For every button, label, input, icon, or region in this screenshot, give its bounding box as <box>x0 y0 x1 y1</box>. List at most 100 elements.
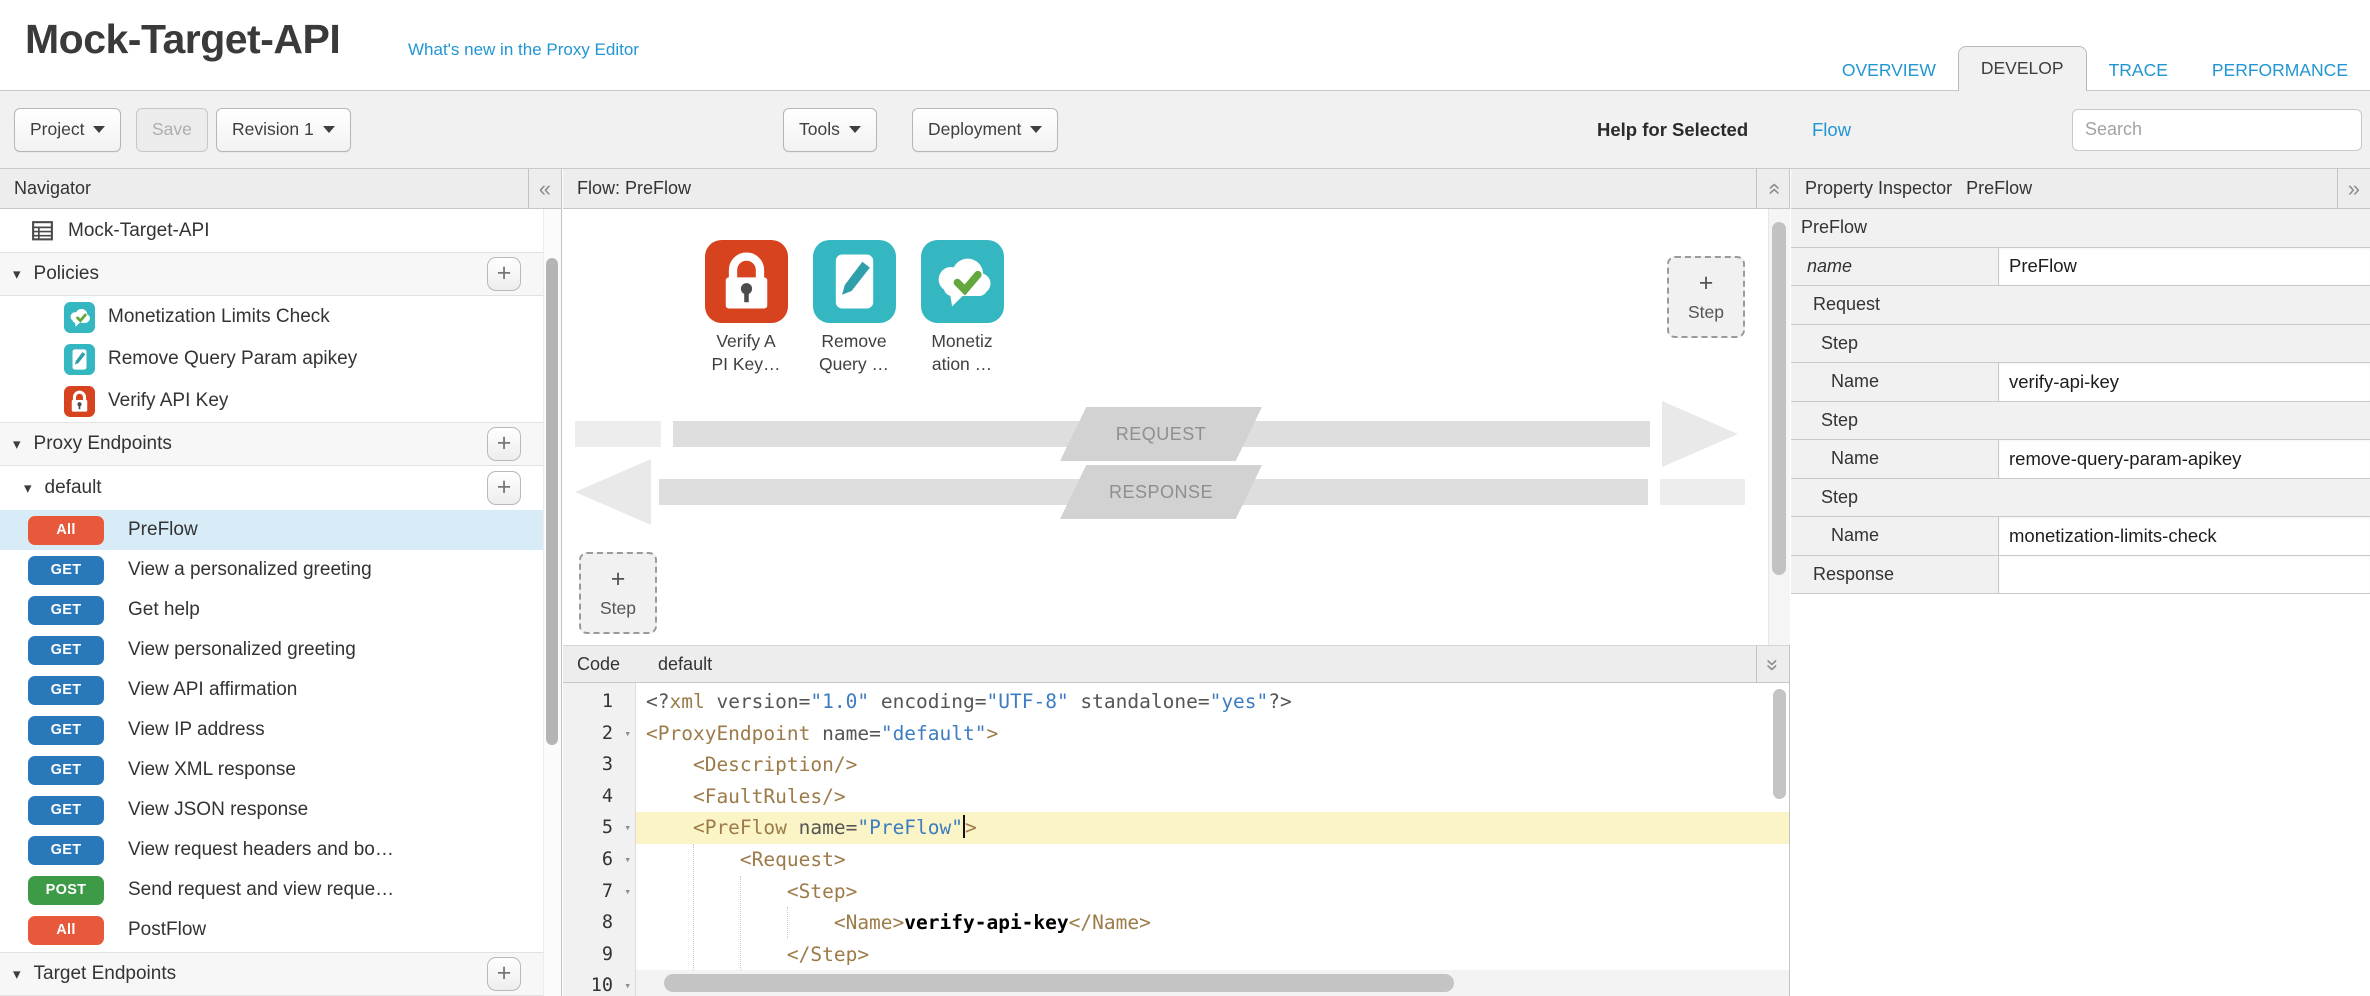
flow-label: Send request and view reque… <box>128 879 394 901</box>
nav-section-policies[interactable]: ▾ Policies + <box>0 252 544 296</box>
add-flow-button[interactable]: + <box>487 471 521 505</box>
nav-section-proxy-endpoints[interactable]: ▾ Proxy Endpoints + <box>0 422 544 466</box>
collapse-triangle-icon[interactable]: ▾ <box>13 265 21 283</box>
collapse-flow-panel-button[interactable]: » <box>1756 169 1789 209</box>
property-value-input[interactable]: PreFlow <box>1999 248 2370 286</box>
inspector-kv-row: Name verify-api-key <box>1791 363 2370 402</box>
collapse-triangle-icon[interactable]: ▾ <box>13 965 21 983</box>
flow-scrollbar-track[interactable] <box>1768 209 1790 645</box>
tab-trace[interactable]: TRACE <box>2087 49 2190 91</box>
lock-icon[interactable] <box>705 240 788 323</box>
nav-flow-item[interactable]: GET View request headers and bo… <box>0 830 544 870</box>
fold-triangle-icon[interactable]: ▾ <box>624 812 631 844</box>
revision-menu-button[interactable]: Revision 1 <box>216 108 351 152</box>
flow-label: View API affirmation <box>128 679 297 701</box>
search-input[interactable] <box>2072 109 2362 151</box>
code-line: <FaultRules/> <box>636 781 1789 813</box>
tab-performance[interactable]: PERFORMANCE <box>2190 49 2370 91</box>
cloud-check-icon[interactable] <box>921 240 1004 323</box>
nav-flow-item[interactable]: POST Send request and view reque… <box>0 870 544 910</box>
pencil-icon[interactable] <box>813 240 896 323</box>
inspector-title: Property Inspector <box>1805 178 1952 199</box>
add-step-button-response[interactable]: + Step <box>579 552 657 634</box>
plus-icon: + <box>611 567 626 592</box>
nav-item-policy[interactable]: Verify API Key <box>0 380 544 422</box>
inspector-kv-row: Name remove-query-param-apikey <box>1791 440 2370 479</box>
nav-flow-item[interactable]: GET View personalized greeting <box>0 630 544 670</box>
policy-label: Verify API Key <box>108 390 228 412</box>
nav-flow-item[interactable]: GET View JSON response <box>0 790 544 830</box>
expand-inspector-button[interactable]: » <box>2337 169 2370 209</box>
code-line-number: 3 <box>563 749 635 781</box>
nav-flow-item[interactable]: GET View a personalized greeting <box>0 550 544 590</box>
inspector-subtitle: PreFlow <box>1966 178 2032 199</box>
nav-item-policy[interactable]: Remove Query Param apikey <box>0 338 544 380</box>
proxy-doc-icon <box>30 218 55 243</box>
tab-develop[interactable]: DEVELOP <box>1958 46 2087 91</box>
code-line: <Step> <box>636 876 1789 908</box>
fold-triangle-icon[interactable]: ▾ <box>624 876 631 908</box>
deployment-menu-button[interactable]: Deployment <box>912 108 1058 152</box>
collapse-triangle-icon[interactable]: ▾ <box>24 479 32 497</box>
tab-overview[interactable]: OVERVIEW <box>1820 49 1958 91</box>
nav-flow-item[interactable]: GET View IP address <box>0 710 544 750</box>
main-tabs: OVERVIEW DEVELOP TRACE PERFORMANCE <box>1820 46 2370 91</box>
nav-flow-postflow[interactable]: All PostFlow <box>0 910 544 950</box>
code-gutter: 12▾345▾6▾7▾8910▾ <box>563 683 636 996</box>
code-hscrollbar-track[interactable] <box>636 970 1789 996</box>
flow-scrollbar-thumb[interactable] <box>1772 222 1786 575</box>
help-flow-link[interactable]: Flow <box>1812 119 1851 141</box>
response-arrowhead-icon <box>575 459 651 525</box>
code-lines: <?xml version="1.0" encoding="UTF-8" sta… <box>636 683 1789 996</box>
chevron-down-icon <box>1030 126 1042 133</box>
nav-item-proxy-root[interactable]: Mock-Target-API <box>0 209 544 252</box>
collapse-navigator-button[interactable]: « <box>528 169 561 209</box>
project-menu-label: Project <box>30 119 84 140</box>
add-proxy-endpoint-button[interactable]: + <box>487 427 521 461</box>
property-value-input[interactable]: monetization-limits-check <box>1999 517 2370 555</box>
property-value-input[interactable] <box>1999 556 2370 594</box>
nav-flow-preflow[interactable]: All PreFlow <box>0 510 544 550</box>
nav-flow-item[interactable]: GET View API affirmation <box>0 670 544 710</box>
policy-step-label: Monetiz ation … <box>904 330 1020 376</box>
add-step-button-request[interactable]: + Step <box>1667 256 1745 338</box>
navigator-scrollbar-track[interactable] <box>543 209 561 996</box>
flow-label: View request headers and bo… <box>128 839 394 861</box>
flow-panel: Flow: PreFlow » Verify A PI Key… Remove … <box>563 169 1790 996</box>
fold-triangle-icon[interactable]: ▾ <box>624 718 631 750</box>
nav-flow-item[interactable]: GET View XML response <box>0 750 544 790</box>
whats-new-link[interactable]: What's new in the Proxy Editor <box>408 40 639 60</box>
method-badge: GET <box>28 756 104 785</box>
plus-icon: + <box>1699 271 1714 296</box>
save-button[interactable]: Save <box>136 108 208 152</box>
code-vscrollbar-thumb[interactable] <box>1773 689 1786 799</box>
method-badge: GET <box>28 596 104 625</box>
project-menu-button[interactable]: Project <box>14 108 121 152</box>
collapse-triangle-icon[interactable]: ▾ <box>13 435 21 453</box>
navigator-scrollbar-thumb[interactable] <box>546 258 558 745</box>
inspector-kv-row: Response <box>1791 556 2370 595</box>
nav-flow-item[interactable]: GET Get help <box>0 590 544 630</box>
nav-section-target-endpoints[interactable]: ▾ Target Endpoints + <box>0 952 544 996</box>
response-chip: RESPONSE <box>1060 465 1262 519</box>
nav-item-policy[interactable]: Monetization Limits Check <box>0 296 544 338</box>
nav-item-endpoint-default[interactable]: ▾ default + <box>0 466 544 510</box>
inspector-kv-row: name PreFlow <box>1791 248 2370 287</box>
property-value-input[interactable]: verify-api-key <box>1999 363 2370 401</box>
code-line-number: 2▾ <box>563 718 635 750</box>
code-editor[interactable]: 12▾345▾6▾7▾8910▾ <?xml version="1.0" enc… <box>563 683 1789 996</box>
chevron-down-icon <box>849 126 861 133</box>
fold-triangle-icon[interactable]: ▾ <box>624 844 631 876</box>
fold-triangle-icon[interactable]: ▾ <box>624 970 631 996</box>
add-target-endpoint-button[interactable]: + <box>487 957 521 991</box>
inspector-section-row: Step <box>1791 402 2370 441</box>
property-key: Name <box>1791 363 1999 401</box>
property-value-input[interactable]: remove-query-param-apikey <box>1999 440 2370 478</box>
add-policy-button[interactable]: + <box>487 257 521 291</box>
toolbar: Project Save Revision 1 Tools Deployment… <box>0 91 2370 169</box>
code-hscrollbar-thumb[interactable] <box>664 974 1454 992</box>
property-inspector-panel: Property Inspector PreFlow » PreFlow nam… <box>1791 169 2370 996</box>
policy-label: Monetization Limits Check <box>108 306 330 328</box>
tools-menu-button[interactable]: Tools <box>783 108 877 152</box>
collapse-code-panel-button[interactable]: » <box>1756 646 1789 684</box>
